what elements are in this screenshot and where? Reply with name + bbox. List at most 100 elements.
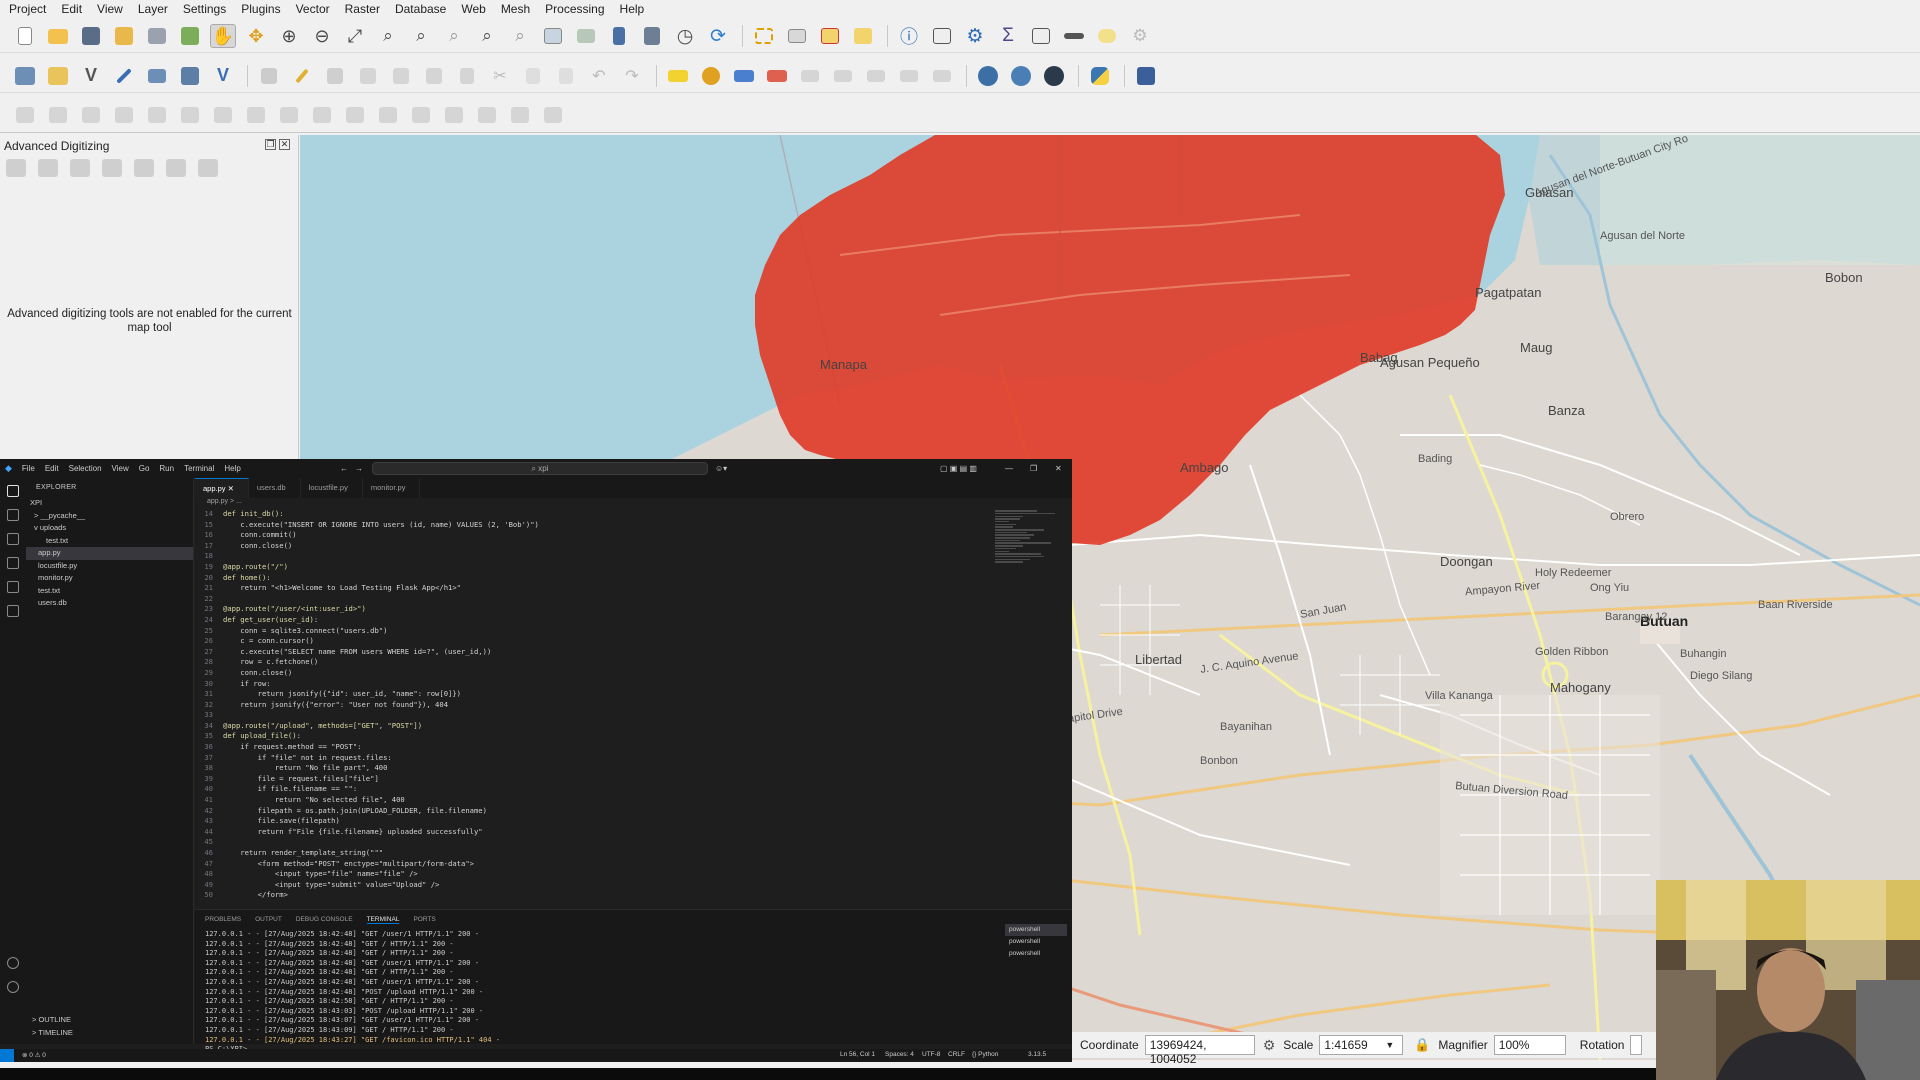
- add-part-icon[interactable]: [144, 103, 170, 127]
- toggle-editing-icon[interactable]: [289, 64, 315, 88]
- tree-item[interactable]: monitor.py: [26, 572, 193, 585]
- zoom-layer-icon[interactable]: ⌕: [408, 24, 434, 48]
- tree-item[interactable]: > __pycache__: [26, 510, 193, 523]
- zoom-native-icon[interactable]: ⌕: [441, 24, 467, 48]
- lock-scale-icon[interactable]: 🔒: [1414, 1037, 1430, 1053]
- copilot-icon[interactable]: ☺▾: [715, 464, 727, 473]
- attribute-table-icon[interactable]: [929, 24, 955, 48]
- toggle-extents-icon[interactable]: ⚙: [1263, 1037, 1276, 1054]
- code-editor[interactable]: 14 def init_db(): 15 c.execute("INSERT OR …: [195, 509, 995, 909]
- add-raster-icon[interactable]: [144, 64, 170, 88]
- minimap[interactable]: [995, 509, 1065, 589]
- menu-web[interactable]: Web: [453, 2, 492, 16]
- timeline-section[interactable]: > TIMELINE: [32, 1027, 73, 1040]
- reverse-line-icon[interactable]: [540, 103, 566, 127]
- diagram-icon[interactable]: [698, 64, 724, 88]
- delete-ring-icon[interactable]: [210, 103, 236, 127]
- pan-hand-icon[interactable]: ✋: [210, 24, 236, 48]
- construction-mode-icon[interactable]: [38, 159, 58, 177]
- label-toolbar-icon[interactable]: [665, 64, 691, 88]
- zoom-out-icon[interactable]: ⊖: [309, 24, 335, 48]
- add-mesh-icon[interactable]: [177, 64, 203, 88]
- vs-menu-edit[interactable]: Edit: [40, 464, 64, 473]
- breadcrumb[interactable]: app.py > ...: [195, 498, 242, 505]
- openlayers-icon[interactable]: [1008, 64, 1034, 88]
- temporal-controller-icon[interactable]: ◷: [672, 24, 698, 48]
- remote-indicator-icon[interactable]: [0, 1049, 14, 1062]
- tab-output[interactable]: OUTPUT: [255, 916, 282, 924]
- menu-raster[interactable]: Raster: [337, 2, 387, 16]
- tree-item[interactable]: app.py: [26, 547, 193, 560]
- add-vector-icon[interactable]: V: [78, 64, 104, 88]
- style-manager-icon[interactable]: [177, 24, 203, 48]
- menu-help[interactable]: Help: [612, 2, 652, 16]
- close-icon[interactable]: ✕: [1055, 464, 1062, 473]
- tree-item[interactable]: XPI: [26, 497, 193, 510]
- tab-ports[interactable]: PORTS: [413, 916, 435, 924]
- new-map-view-icon[interactable]: [540, 24, 566, 48]
- cursor-position[interactable]: Ln 56, Col 1: [840, 1051, 875, 1058]
- label-rotate-icon[interactable]: [830, 64, 856, 88]
- cut-icon[interactable]: ✂: [487, 64, 513, 88]
- python-console-icon[interactable]: [1087, 64, 1113, 88]
- simplify-feature-icon[interactable]: [78, 103, 104, 127]
- quickmapservices-icon[interactable]: [975, 64, 1001, 88]
- vs-menu-terminal[interactable]: Terminal: [179, 464, 219, 473]
- redo-icon[interactable]: ↷: [619, 64, 645, 88]
- python-version[interactable]: 3.13.5: [1028, 1051, 1046, 1058]
- problems-count[interactable]: ⊗ 0 ⚠ 0: [22, 1051, 46, 1059]
- indentation[interactable]: Spaces: 4: [885, 1051, 914, 1058]
- vs-menu-help[interactable]: Help: [219, 464, 245, 473]
- menu-vector[interactable]: Vector: [288, 2, 337, 16]
- vs-menu-view[interactable]: View: [107, 464, 134, 473]
- merge-attributes-icon[interactable]: [441, 103, 467, 127]
- menu-project[interactable]: Project: [0, 2, 53, 16]
- digitize-icon[interactable]: [111, 64, 137, 88]
- tree-item[interactable]: locustfile.py: [26, 560, 193, 573]
- vs-menu-go[interactable]: Go: [134, 464, 155, 473]
- language-mode[interactable]: {} Python: [972, 1051, 998, 1058]
- manage-gear-icon[interactable]: [7, 981, 19, 993]
- save-project-icon[interactable]: [78, 24, 104, 48]
- vs-menu-file[interactable]: File: [17, 464, 40, 473]
- account-icon[interactable]: [7, 957, 19, 969]
- help-icon[interactable]: [1133, 64, 1159, 88]
- split-parts-icon[interactable]: [375, 103, 401, 127]
- label-properties-icon[interactable]: [929, 64, 955, 88]
- tab-problems[interactable]: PROBLEMS: [205, 916, 241, 924]
- delete-part-icon[interactable]: [243, 103, 269, 127]
- snapping-icon[interactable]: [134, 159, 154, 177]
- coordinate-field[interactable]: 13969424, 1004052: [1144, 1035, 1255, 1066]
- highlight-label-icon[interactable]: [731, 64, 757, 88]
- terminal-instance[interactable]: powershell: [1005, 948, 1067, 960]
- editor-tab[interactable]: users.db: [249, 478, 301, 498]
- menu-processing[interactable]: Processing: [537, 2, 611, 16]
- zoom-in-icon[interactable]: ⊕: [276, 24, 302, 48]
- close-panel-icon[interactable]: ✕: [279, 139, 290, 150]
- tree-item[interactable]: users.db: [26, 597, 193, 610]
- bookmark-icon[interactable]: [606, 24, 632, 48]
- explorer-icon[interactable]: [7, 485, 19, 497]
- layout-controls-icon[interactable]: ▢ ▣ ▤ ▥: [940, 464, 977, 473]
- gps-icon[interactable]: ⚙: [1127, 24, 1153, 48]
- terminal-instance[interactable]: powershell: [1005, 936, 1067, 948]
- maximize-icon[interactable]: ❐: [1030, 464, 1037, 473]
- add-ring-icon[interactable]: [111, 103, 137, 127]
- save-edits-icon[interactable]: [322, 64, 348, 88]
- processing-toolbox-icon[interactable]: ⚙: [962, 24, 988, 48]
- rotation-field[interactable]: [1630, 1035, 1643, 1055]
- digitizing-tool-icon[interactable]: [12, 103, 38, 127]
- run-debug-icon[interactable]: [7, 557, 19, 569]
- menu-plugins[interactable]: Plugins: [233, 2, 287, 16]
- minimize-icon[interactable]: —: [1005, 464, 1013, 473]
- floater-icon[interactable]: [198, 159, 218, 177]
- add-virtual-layer-icon[interactable]: V: [210, 64, 236, 88]
- show-bookmarks-icon[interactable]: [639, 24, 665, 48]
- pin-labels-icon[interactable]: [764, 64, 790, 88]
- editor-tab[interactable]: app.py ✕: [195, 478, 249, 498]
- vs-menu-run[interactable]: Run: [154, 464, 179, 473]
- menu-view[interactable]: View: [89, 2, 130, 16]
- new-geopackage-icon[interactable]: [45, 64, 71, 88]
- menu-settings[interactable]: Settings: [175, 2, 233, 16]
- merge-features-icon[interactable]: [408, 103, 434, 127]
